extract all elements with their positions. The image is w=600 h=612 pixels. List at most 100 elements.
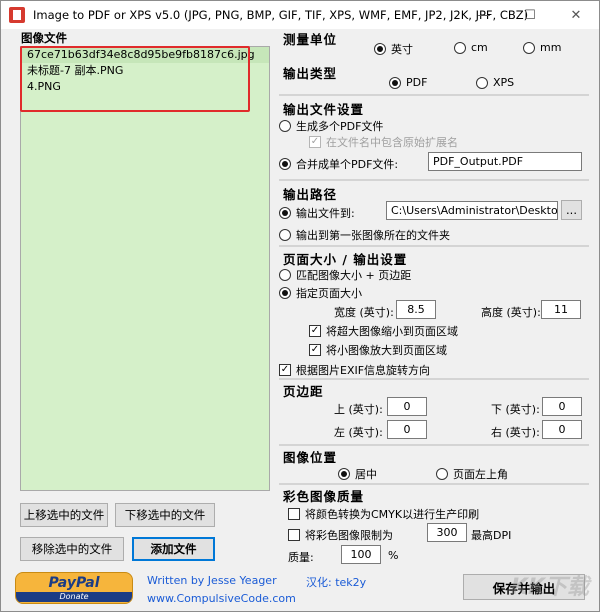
close-icon[interactable]: ✕ — [553, 1, 599, 29]
height-label: 高度 (英寸): — [481, 306, 541, 319]
radio-label: 输出文件到: — [296, 207, 355, 220]
match-image-size-radio[interactable]: 匹配图像大小 + 页边距 — [279, 267, 411, 283]
image-position-title: 图像位置 — [283, 450, 338, 465]
quality-label: 质量: — [288, 551, 314, 564]
browse-button[interactable]: ... — [561, 200, 582, 220]
radio-label: PDF — [406, 76, 428, 89]
output-to-first-image-folder-radio[interactable]: 输出到第一张图像所在的文件夹 — [279, 227, 450, 243]
radio-label: 英寸 — [391, 43, 413, 56]
radio-label: 生成多个PDF文件 — [296, 120, 384, 133]
website-link[interactable]: www.CompulsiveCode.com — [147, 592, 296, 605]
checkbox-label: 在文件名中包含原始扩展名 — [326, 136, 458, 149]
section-divider — [279, 378, 589, 380]
add-file-button[interactable]: 添加文件 — [132, 537, 215, 561]
output-type-title: 输出类型 — [283, 66, 338, 81]
radio-label: 页面左上角 — [453, 468, 508, 481]
radio-dot — [454, 41, 466, 54]
checkbox-label: 根据图片EXIF信息旋转方向 — [296, 364, 431, 377]
file-list-label: 图像文件 — [21, 31, 67, 45]
app-window: Image to PDF or XPS v5.0 (JPG, PNG, BMP,… — [0, 0, 600, 612]
window-title: Image to PDF or XPS v5.0 (JPG, PNG, BMP,… — [33, 8, 529, 22]
margins-title: 页边距 — [283, 384, 324, 399]
paypal-donate-button[interactable]: PayPal Donate — [15, 572, 133, 604]
margin-bottom-label: 下 (英寸): — [491, 403, 540, 416]
output-to-folder-radio[interactable]: 输出文件到: — [279, 205, 355, 221]
output-folder-input[interactable]: C:\Users\Administrator\Desktop — [386, 201, 558, 220]
radio-label: 居中 — [355, 468, 377, 481]
width-label: 宽度 (英寸): — [334, 306, 394, 319]
page-size-title: 页面大小 / 输出设置 — [283, 252, 408, 267]
radio-dot — [374, 43, 386, 55]
radio-dot — [279, 158, 291, 170]
section-divider — [279, 179, 589, 181]
move-up-button[interactable]: 上移选中的文件 — [20, 503, 108, 527]
radio-dot — [279, 229, 291, 241]
radio-dot — [279, 269, 291, 281]
section-divider — [279, 483, 589, 485]
move-down-button[interactable]: 下移选中的文件 — [115, 503, 215, 527]
radio-label: 匹配图像大小 + 页边距 — [296, 269, 412, 282]
output-xps-radio[interactable]: XPS — [476, 76, 514, 89]
checkbox-label: 将彩色图像限制为 — [305, 529, 393, 542]
dpi-input[interactable]: 300 — [427, 523, 467, 542]
radio-dot — [476, 76, 488, 89]
percent-label: % — [388, 549, 399, 562]
file-list[interactable]: 67ce71b63df34e8c8d95be9fb8187c6.jpg 未标题-… — [20, 46, 270, 491]
output-path-title: 输出路径 — [283, 187, 338, 202]
checkbox-box: ✓ — [309, 136, 321, 148]
checkbox-box — [288, 529, 300, 541]
remove-selected-button[interactable]: 移除选中的文件 — [20, 537, 124, 561]
paypal-logo: PayPal — [48, 575, 100, 591]
section-divider — [279, 245, 589, 247]
dpi-label: 最高DPI — [471, 529, 512, 542]
margin-right-label: 右 (英寸): — [491, 426, 540, 439]
output-filename-input[interactable]: PDF_Output.PDF — [428, 152, 582, 171]
page-height-input[interactable]: 11 — [541, 300, 581, 319]
radio-label: 指定页面大小 — [296, 287, 362, 300]
section-divider — [279, 444, 589, 446]
position-center-radio[interactable]: 居中 — [338, 466, 377, 482]
shrink-large-images-checkbox[interactable]: ✓ 将超大图像缩小到页面区域 — [309, 323, 458, 339]
window-controls: — ☐ ✕ — [461, 1, 599, 29]
output-pdf-radio[interactable]: PDF — [389, 76, 427, 89]
checkbox-label: 将小图像放大到页面区域 — [326, 344, 447, 357]
margin-left-input[interactable]: 0 — [387, 420, 427, 439]
radio-label: cm — [471, 41, 488, 54]
unit-cm-radio[interactable]: cm — [454, 41, 488, 54]
position-top-left-radio[interactable]: 页面左上角 — [436, 466, 508, 482]
margin-top-input[interactable]: 0 — [387, 397, 427, 416]
merge-pdf-radio[interactable]: 合并成单个PDF文件: — [279, 156, 398, 172]
checkbox-box: ✓ — [309, 344, 321, 356]
color-quality-title: 彩色图像质量 — [283, 489, 365, 504]
page-width-input[interactable]: 8.5 — [396, 300, 436, 319]
margin-bottom-input[interactable]: 0 — [542, 397, 582, 416]
enlarge-small-images-checkbox[interactable]: ✓ 将小图像放大到页面区域 — [309, 342, 447, 358]
radio-dot — [279, 120, 291, 132]
checkbox-box — [288, 508, 300, 520]
unit-mm-radio[interactable]: mm — [523, 41, 561, 54]
exif-rotate-checkbox[interactable]: ✓ 根据图片EXIF信息旋转方向 — [279, 362, 430, 378]
margin-right-input[interactable]: 0 — [542, 420, 582, 439]
pdf-app-icon — [9, 7, 25, 23]
radio-dot — [523, 41, 535, 54]
author-link[interactable]: Written by Jesse Yeager — [147, 574, 277, 587]
checkbox-box: ✓ — [309, 325, 321, 337]
unit-inch-radio[interactable]: 英寸 — [374, 41, 413, 57]
multiple-pdf-radio[interactable]: 生成多个PDF文件 — [279, 118, 383, 134]
maximize-icon[interactable]: ☐ — [507, 1, 553, 29]
radio-dot — [279, 207, 291, 219]
radio-label: 合并成单个PDF文件: — [296, 158, 399, 171]
limit-dpi-checkbox[interactable]: 将彩色图像限制为 — [288, 527, 393, 543]
include-extension-checkbox[interactable]: ✓ 在文件名中包含原始扩展名 — [309, 134, 458, 150]
radio-label: mm — [540, 41, 562, 54]
cmyk-checkbox[interactable]: 将颜色转换为CMYK以进行生产印刷 — [288, 506, 479, 522]
radio-dot — [389, 76, 401, 89]
quality-input[interactable]: 100 — [341, 545, 381, 564]
minimize-icon[interactable]: — — [461, 1, 507, 29]
annotation-highlight-box — [20, 46, 250, 112]
units-title: 测量单位 — [283, 32, 338, 47]
specify-page-size-radio[interactable]: 指定页面大小 — [279, 285, 362, 301]
radio-dot — [338, 468, 350, 480]
checkbox-label: 将颜色转换为CMYK以进行生产印刷 — [305, 508, 480, 521]
section-divider — [279, 94, 589, 96]
